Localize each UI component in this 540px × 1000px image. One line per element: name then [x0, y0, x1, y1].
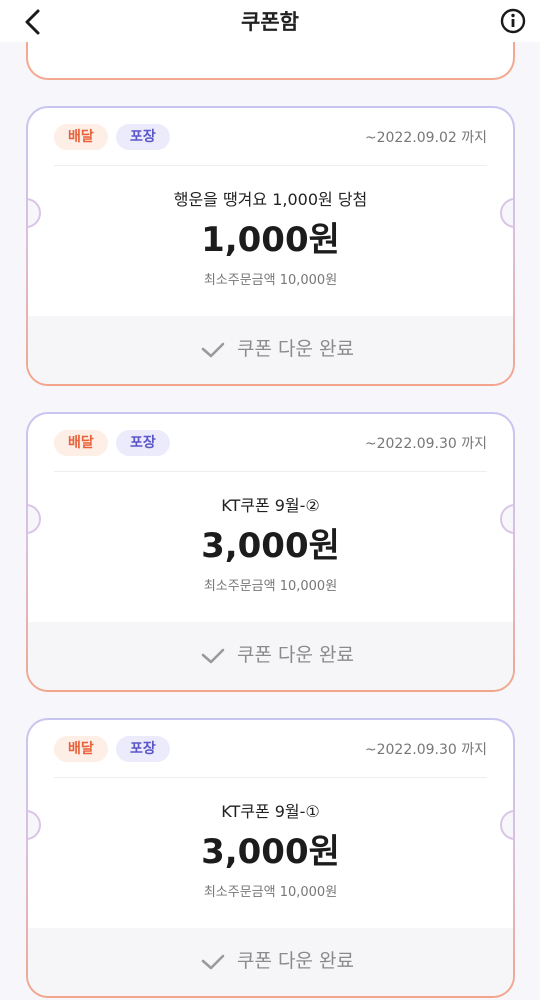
expiry-date: ~2022.09.02 까지 [364, 130, 487, 146]
coupon-amount: 1,000원 [201, 220, 340, 260]
coupon-card: 배달 포장 ~2022.09.30 까지 KT쿠폰 9월-① 3,000원 최소… [26, 718, 515, 998]
coupon-name: KT쿠폰 9월-② [221, 496, 320, 515]
check-icon [201, 954, 225, 970]
divider [54, 165, 487, 166]
min-order-amount: 최소주문금액 10,000원 [203, 273, 338, 288]
delivery-tag: 배달 [54, 124, 108, 150]
info-button[interactable] [498, 6, 528, 36]
coupon-name: 행운을 땡겨요 1,000원 당첨 [173, 190, 368, 209]
top-app-bar: 쿠폰함 [0, 0, 540, 42]
coupon-amount: 3,000원 [201, 832, 340, 872]
download-status-label: 쿠폰 다운 완료 [237, 644, 354, 666]
coupon-download-status-button[interactable]: 쿠폰 다운 완료 [28, 622, 513, 690]
check-icon [201, 342, 225, 358]
coupon-name: KT쿠폰 9월-① [221, 802, 320, 821]
info-circle-icon [500, 8, 526, 34]
min-order-amount: 최소주문금액 10,000원 [203, 885, 338, 900]
expiry-date: ~2022.09.30 까지 [364, 436, 487, 452]
delivery-tag: 배달 [54, 430, 108, 456]
check-icon [201, 648, 225, 664]
coupon-download-status-button[interactable]: 쿠폰 다운 완료 [28, 316, 513, 384]
expiry-date: ~2022.09.30 까지 [364, 742, 487, 758]
pickup-tag: 포장 [116, 430, 170, 456]
divider [54, 471, 487, 472]
coupon-card: 배달 포장 ~2022.09.30 까지 KT쿠폰 9월-② 3,000원 최소… [26, 412, 515, 692]
page-title: 쿠폰함 [241, 10, 299, 34]
min-order-amount: 최소주문금액 10,000원 [203, 579, 338, 594]
delivery-tag: 배달 [54, 736, 108, 762]
download-status-label: 쿠폰 다운 완료 [237, 950, 354, 972]
coupon-download-status-button[interactable]: 쿠폰 다운 완료 [28, 928, 513, 996]
divider [54, 777, 487, 778]
pickup-tag: 포장 [116, 736, 170, 762]
download-status-label: 쿠폰 다운 완료 [237, 338, 354, 360]
pickup-tag: 포장 [116, 124, 170, 150]
coupon-card: 배달 포장 ~2022.09.02 까지 행운을 땡겨요 1,000원 당첨 1… [26, 106, 515, 386]
coupon-amount: 3,000원 [201, 526, 340, 566]
